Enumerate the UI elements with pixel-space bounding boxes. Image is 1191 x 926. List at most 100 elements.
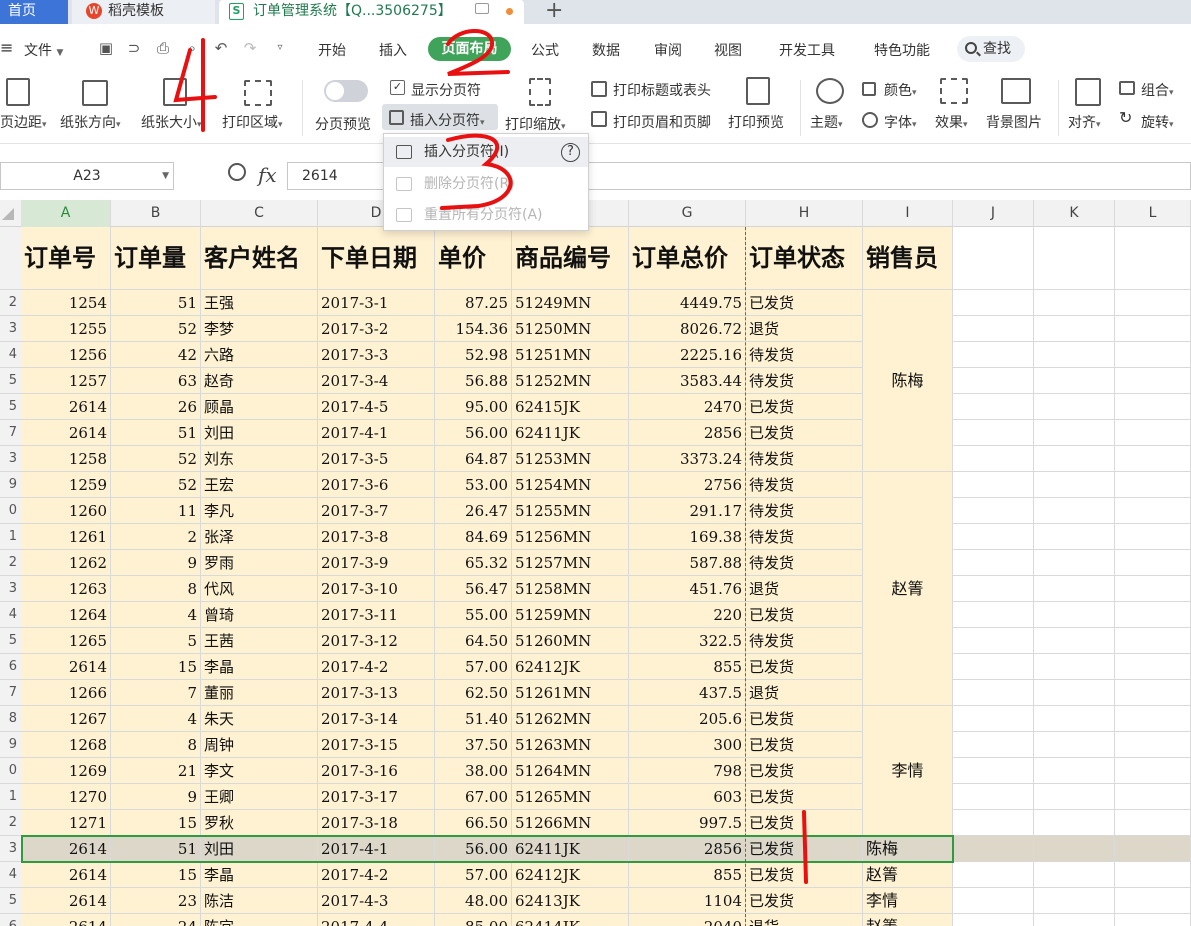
table-cell[interactable]: 待发货 [746, 472, 863, 498]
table-cell[interactable]: 已发货 [746, 784, 863, 810]
table-cell[interactable]: 65.32 [435, 550, 512, 576]
empty-cell[interactable] [1115, 446, 1191, 472]
customize-toolbar-icon[interactable]: ▿ [272, 40, 288, 56]
table-cell[interactable]: 待发货 [746, 446, 863, 472]
table-cell[interactable]: 3373.24 [629, 446, 746, 472]
table-cell[interactable]: 2017-3-12 [318, 628, 435, 654]
table-cell[interactable]: 55.00 [435, 602, 512, 628]
empty-cell[interactable] [1115, 784, 1191, 810]
table-cell[interactable]: 1255 [21, 316, 111, 342]
row-header[interactable] [0, 227, 21, 290]
table-cell[interactable]: 李凡 [201, 498, 318, 524]
table-cell[interactable]: 51255MN [512, 498, 629, 524]
table-cell[interactable]: 2017-3-15 [318, 732, 435, 758]
table-cell[interactable]: 2614 [21, 420, 111, 446]
row-header[interactable]: 4 [0, 862, 21, 888]
empty-cell[interactable] [1115, 888, 1191, 914]
save-icon[interactable]: ▣ [98, 40, 114, 56]
table-cell[interactable]: 罗秋 [201, 810, 318, 836]
header-cell[interactable]: 订单总价 [629, 227, 746, 290]
table-cell[interactable]: 2614 [21, 862, 111, 888]
table-cell[interactable]: 李晶 [201, 654, 318, 680]
table-cell[interactable]: 已发货 [746, 888, 863, 914]
table-cell[interactable]: 顾晶 [201, 394, 318, 420]
column-header-j[interactable]: J [953, 200, 1034, 227]
tab-document[interactable]: S 订单管理系统【Q...3506275】 [219, 0, 524, 24]
table-cell[interactable]: 4 [111, 706, 201, 732]
empty-cell[interactable] [1034, 472, 1115, 498]
table-cell[interactable]: 待发货 [746, 550, 863, 576]
table-cell[interactable]: 2 [111, 524, 201, 550]
table-cell[interactable]: 154.36 [435, 316, 512, 342]
table-cell[interactable]: 51.40 [435, 706, 512, 732]
table-cell[interactable]: 2614 [21, 836, 111, 862]
table-cell[interactable]: 2017-3-11 [318, 602, 435, 628]
header-cell[interactable]: 销售员 [863, 227, 953, 290]
effects-button[interactable]: 效果▾ [935, 112, 968, 132]
table-cell[interactable]: 855 [629, 654, 746, 680]
table-cell[interactable]: 1268 [21, 732, 111, 758]
table-cell[interactable]: 已发货 [746, 420, 863, 446]
table-cell[interactable]: 53.00 [435, 472, 512, 498]
table-cell[interactable]: 1269 [21, 758, 111, 784]
print-preview-icon[interactable]: ⌕ [184, 40, 200, 56]
table-cell[interactable]: 4 [111, 602, 201, 628]
table-cell[interactable]: 陈宜 [201, 914, 318, 926]
table-cell[interactable]: 2017-3-16 [318, 758, 435, 784]
show-page-breaks-checkbox[interactable]: ✓ [390, 80, 405, 95]
table-cell[interactable]: 张泽 [201, 524, 318, 550]
table-cell[interactable]: 待发货 [746, 342, 863, 368]
table-cell[interactable]: 997.5 [629, 810, 746, 836]
empty-cell[interactable] [953, 342, 1034, 368]
table-cell[interactable]: 56.47 [435, 576, 512, 602]
empty-cell[interactable] [953, 836, 1034, 862]
empty-cell[interactable] [953, 654, 1034, 680]
empty-cell[interactable] [1115, 628, 1191, 654]
table-cell[interactable]: 1271 [21, 810, 111, 836]
row-header[interactable]: 3 [0, 836, 21, 862]
table-cell[interactable]: 已发货 [746, 706, 863, 732]
header-cell[interactable]: 单价 [435, 227, 512, 290]
table-cell[interactable]: 代风 [201, 576, 318, 602]
table-cell[interactable]: 56.00 [435, 836, 512, 862]
table-cell[interactable]: 六路 [201, 342, 318, 368]
table-cell[interactable]: 51260MN [512, 628, 629, 654]
menu-insert[interactable]: 插入 [379, 40, 407, 60]
row-header[interactable]: 9 [0, 472, 21, 498]
empty-cell[interactable] [953, 914, 1034, 926]
empty-cell[interactable] [953, 290, 1034, 316]
new-tab-button[interactable]: + [545, 0, 563, 23]
table-cell[interactable]: 62.50 [435, 680, 512, 706]
empty-cell[interactable] [1034, 524, 1115, 550]
table-cell[interactable]: 51249MN [512, 290, 629, 316]
background-image-button[interactable]: 背景图片 [986, 112, 1042, 132]
hamburger-icon[interactable]: ≡ [0, 38, 13, 57]
table-cell[interactable]: 1254 [21, 290, 111, 316]
table-cell[interactable]: 51263MN [512, 732, 629, 758]
margins-button[interactable]: 页边距▾ [0, 112, 47, 132]
table-cell[interactable]: 51259MN [512, 602, 629, 628]
table-cell[interactable]: 51253MN [512, 446, 629, 472]
menu-item-insert-page-break[interactable]: 插入分页符(I) ? [384, 137, 588, 167]
table-cell[interactable]: 李晶 [201, 862, 318, 888]
table-cell[interactable]: 2856 [629, 836, 746, 862]
table-cell[interactable]: 1256 [21, 342, 111, 368]
table-cell[interactable]: 26 [111, 394, 201, 420]
table-cell[interactable]: 已发货 [746, 862, 863, 888]
empty-cell[interactable] [1034, 498, 1115, 524]
table-cell[interactable]: 王卿 [201, 784, 318, 810]
print-header-footer-button[interactable]: 打印页眉和页脚 [613, 112, 711, 132]
tab-templates[interactable]: W 稻壳模板 [72, 0, 215, 24]
header-cell[interactable]: 订单状态 [746, 227, 863, 290]
table-cell[interactable]: 7 [111, 680, 201, 706]
menu-page-layout[interactable]: 页面布局 [428, 37, 511, 61]
table-cell[interactable]: 855 [629, 862, 746, 888]
header-cell[interactable]: 下单日期 [318, 227, 435, 290]
table-cell[interactable]: 陈洁 [201, 888, 318, 914]
table-cell[interactable]: 退货 [746, 576, 863, 602]
table-cell[interactable]: 51 [111, 836, 201, 862]
table-cell[interactable]: 62412JK [512, 862, 629, 888]
column-header-c[interactable]: C [201, 200, 318, 227]
table-cell[interactable]: 赵奇 [201, 368, 318, 394]
table-cell[interactable]: 1264 [21, 602, 111, 628]
